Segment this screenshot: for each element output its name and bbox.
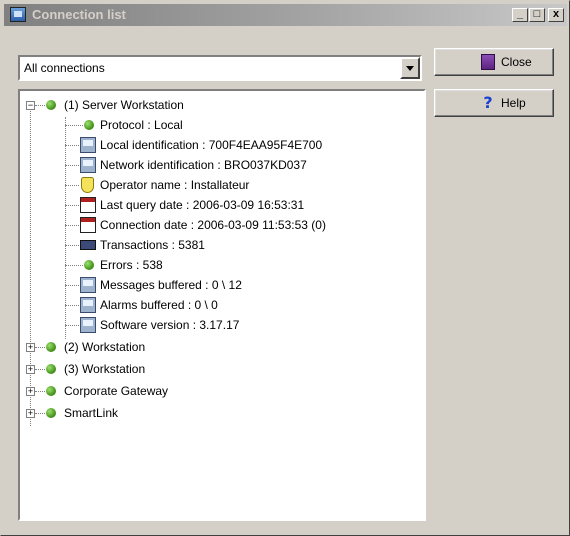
green-status-icon (46, 386, 56, 396)
title-bar[interactable]: Connection list _ □ x (4, 4, 567, 26)
tree-node-label: (2) Workstation (64, 340, 146, 354)
green-status-icon (46, 408, 56, 418)
chevron-down-icon[interactable] (400, 57, 420, 79)
green-status-icon (46, 100, 56, 110)
app-monitor-icon (10, 7, 26, 22)
help-question-icon: ? (483, 93, 493, 112)
expand-toggle-icon[interactable]: + (26, 343, 35, 352)
tree-item-label: Transactions : 5381 (100, 238, 205, 252)
close-window-button[interactable]: x (548, 8, 564, 22)
operator-badge-icon (81, 177, 94, 193)
close-button-label: Close (501, 55, 532, 69)
expand-toggle-icon[interactable]: + (26, 409, 35, 418)
tree-item-label: Messages buffered : 0 \ 12 (100, 278, 242, 292)
expand-toggle-icon[interactable]: + (26, 365, 35, 374)
minimize-button[interactable]: _ (512, 8, 528, 22)
collapse-toggle-icon[interactable]: − (26, 101, 35, 110)
connection-list-window: Connection list _ □ x All connections Cl… (0, 0, 570, 536)
dropdown-selected-value: All connections (24, 61, 105, 75)
green-status-icon (46, 342, 56, 352)
computer-icon (80, 317, 96, 333)
computer-icon (80, 277, 96, 293)
tree-item-label: Last query date : 2006-03-09 16:53:31 (100, 198, 305, 212)
door-exit-icon (481, 54, 495, 70)
tree-node-label: (3) Workstation (64, 362, 146, 376)
computer-icon (80, 157, 96, 173)
connection-tree[interactable]: − (1) Server Workstation Protocol : Loca… (18, 89, 426, 521)
expand-toggle-icon[interactable]: + (26, 387, 35, 396)
tree-node-label: SmartLink (64, 406, 119, 420)
tree-guide-line (30, 111, 31, 426)
green-status-icon (84, 120, 94, 130)
computer-icon (80, 297, 96, 313)
tree-item-label: Local identification : 700F4EAA95F4E700 (100, 138, 323, 152)
green-status-icon (84, 260, 94, 270)
tree-item-label: Network identification : BRO037KD037 (100, 158, 307, 172)
tree-node-label: (1) Server Workstation (64, 98, 184, 112)
tree-item-label: Operator name : Installateur (100, 178, 250, 192)
green-status-icon (46, 364, 56, 374)
help-button-label: Help (501, 96, 526, 110)
help-button[interactable]: ? Help (434, 89, 554, 117)
maximize-button[interactable]: □ (529, 8, 545, 22)
tree-item-label: Errors : 538 (100, 258, 163, 272)
window-title: Connection list (32, 7, 126, 22)
tree-item-label: Software version : 3.17.17 (100, 318, 240, 332)
tree-item-label: Connection date : 2006-03-09 11:53:53 (0… (100, 218, 326, 232)
keyboard-icon (80, 240, 96, 250)
calendar-icon (80, 217, 96, 233)
calendar-icon (80, 197, 96, 213)
tree-item-label: Alarms buffered : 0 \ 0 (100, 298, 218, 312)
connection-filter-dropdown[interactable]: All connections (18, 55, 422, 81)
tree-node-label: Corporate Gateway (64, 384, 169, 398)
close-button[interactable]: Close (434, 48, 554, 76)
tree-item-label: Protocol : Local (100, 118, 183, 132)
computer-icon (80, 137, 96, 153)
